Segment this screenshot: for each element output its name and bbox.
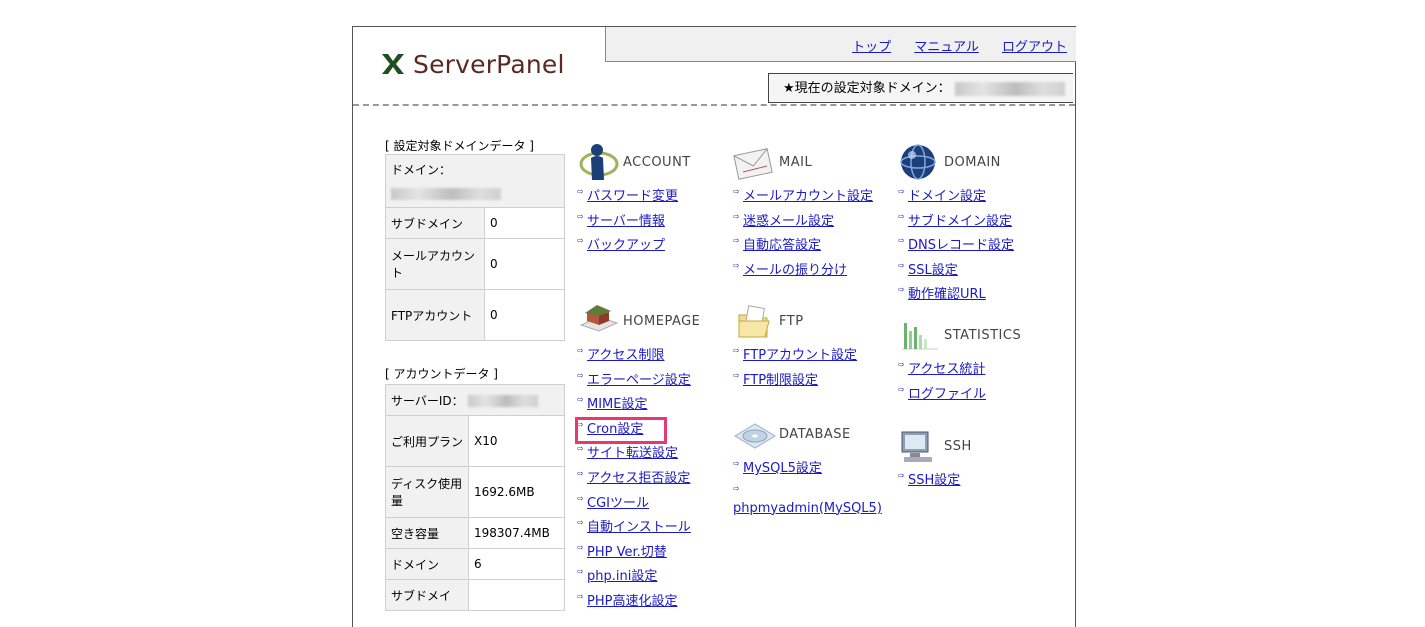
ftp-account-value: 0 — [484, 289, 565, 341]
ssh-label: SSH — [944, 438, 972, 454]
account-person-icon — [579, 144, 619, 180]
domain-data-table: ドメイン： サブドメイン 0 メールアカウント 0 FTPアカウント 0 — [385, 154, 565, 341]
check-url-link[interactable]: ⇨ 動作確認URL — [898, 283, 1014, 308]
php-version-link[interactable]: ⇨ PHP Ver.切替 — [577, 541, 700, 566]
log-file-link[interactable]: ⇨ ログファイル — [898, 383, 1021, 408]
cgi-tool-link[interactable]: ⇨ CGIツール — [577, 492, 700, 517]
error-page-link[interactable]: ⇨ エラーページ設定 — [577, 369, 700, 394]
top-nav: トップ マニュアル ログアウト — [605, 27, 1076, 62]
ssh-menu: SSH ⇨ SSH設定 — [898, 425, 972, 494]
domain-menu: DOMAIN ⇨ ドメイン設定 ⇨ サブドメイン設定 ⇨ DNSレコード設定 ⇨ SSL… — [898, 141, 1014, 308]
account-data-title: [ アカウントデータ ] — [385, 367, 498, 381]
free-space-value: 198307.4MB — [468, 517, 565, 549]
domain-data-title: [ 設定対象ドメインデータ ] — [385, 139, 534, 153]
homepage-label: HOMEPAGE — [623, 313, 701, 329]
account-data-table: サーバーID： ご利用プラン X10 ディスク使用量 1692.6MB 空き容量… — [385, 384, 565, 611]
redacted-domain — [954, 81, 1065, 96]
logo-text: ServerPanel — [413, 49, 565, 79]
domain-count-value: 6 — [468, 548, 565, 580]
domain-count-label: ドメイン — [385, 548, 469, 580]
server-id-label: サーバーID： — [391, 393, 464, 408]
ftp-limit-link[interactable]: ⇨ FTP制限設定 — [733, 369, 857, 394]
statistics-menu: STATISTICS ⇨ アクセス統計 ⇨ ログファイル — [898, 314, 1021, 407]
plan-value: X10 — [468, 415, 565, 467]
redacted-domain-value — [391, 188, 501, 200]
domain-row: ドメイン： — [385, 154, 565, 208]
subdomain-label: サブドメイン — [385, 207, 485, 239]
subdomain-count-value — [468, 579, 565, 611]
site-transfer-link[interactable]: ⇨ サイト転送設定 — [577, 442, 700, 467]
subdomain-value: 0 — [484, 207, 565, 239]
ftp-menu: FTP ⇨ FTPアカウント設定 ⇨ FTP制限設定 — [733, 300, 857, 393]
domain-globe-icon — [900, 144, 936, 180]
access-limit-link[interactable]: ⇨ アクセス制限 — [577, 344, 700, 369]
phpmyadmin-link[interactable]: ⇨ phpmyadmin(MySQL5) — [733, 482, 882, 522]
server-panel-frame: ServerPanel トップ マニュアル ログアウト ★現在の設定対象ドメイン… — [352, 26, 1076, 627]
header-divider — [353, 104, 1075, 106]
free-space-label: 空き容量 — [385, 517, 469, 549]
current-domain-label: ★現在の設定対象ドメイン： — [783, 81, 951, 96]
subdomain-count-label: サブドメイ — [385, 579, 469, 611]
redacted-server-id — [467, 395, 538, 407]
nav-logout-link[interactable]: ログアウト — [1002, 36, 1067, 55]
ftp-account-link[interactable]: ⇨ FTPアカウント設定 — [733, 344, 857, 369]
mysql5-setting-link[interactable]: ⇨ MySQL5設定 — [733, 457, 882, 482]
account-menu: ACCOUNT ⇨ パスワード変更 ⇨ サーバー情報 ⇨ バックアップ — [577, 141, 691, 259]
ssl-setting-link[interactable]: ⇨ SSL設定 — [898, 259, 1014, 284]
ftp-folder-icon — [738, 305, 770, 338]
homepage-menu: HOMEPAGE ⇨ アクセス制限 ⇨ エラーページ設定 ⇨ MIME設定 ⇨ Cron… — [577, 300, 700, 615]
database-menu: DATABASE ⇨ MySQL5設定 ⇨ phpmyadmin(MySQL5) — [733, 413, 882, 522]
mail-filter-link[interactable]: ⇨ メールの振り分け — [733, 259, 873, 284]
ftp-account-label: FTPアカウント — [385, 289, 485, 341]
mail-account-setting-link[interactable]: ⇨ メールアカウント設定 — [733, 185, 873, 210]
domain-label: DOMAIN — [944, 154, 1001, 170]
plan-label: ご利用プラン — [385, 415, 469, 467]
mail-account-label: メールアカウント — [385, 238, 485, 290]
spam-setting-link[interactable]: ⇨ 迷惑メール設定 — [733, 210, 873, 235]
mail-account-value: 0 — [484, 238, 565, 290]
mail-label: MAIL — [779, 154, 813, 170]
ssh-setting-link[interactable]: ⇨ SSH設定 — [898, 469, 972, 494]
server-info-link[interactable]: ⇨ サーバー情報 — [577, 210, 691, 235]
account-label: ACCOUNT — [623, 154, 691, 170]
disk-usage-value: 1692.6MB — [468, 466, 565, 518]
access-stats-link[interactable]: ⇨ アクセス統計 — [898, 358, 1021, 383]
server-id-row: サーバーID： — [385, 384, 565, 416]
nav-top-link[interactable]: トップ — [852, 36, 891, 55]
current-domain-box: ★現在の設定対象ドメイン： — [768, 73, 1073, 103]
domain-setting-link[interactable]: ⇨ ドメイン設定 — [898, 185, 1014, 210]
database-disc-icon — [734, 423, 776, 449]
mail-envelope-icon — [733, 148, 773, 180]
statistics-label: STATISTICS — [944, 327, 1022, 343]
php-ini-link[interactable]: ⇨ php.ini設定 — [577, 565, 700, 590]
access-deny-link[interactable]: ⇨ アクセス拒否設定 — [577, 467, 700, 492]
homepage-house-icon — [579, 305, 619, 332]
disk-usage-label: ディスク使用量 — [385, 466, 469, 518]
auto-install-link[interactable]: ⇨ 自動インストール — [577, 516, 700, 541]
password-change-link[interactable]: ⇨ パスワード変更 — [577, 185, 691, 210]
mail-menu: MAIL ⇨ メールアカウント設定 ⇨ 迷惑メール設定 ⇨ 自動応答設定 ⇨ メールの振… — [733, 141, 873, 283]
nav-manual-link[interactable]: マニュアル — [914, 36, 979, 55]
domain-label: ドメイン： — [391, 163, 452, 177]
mime-setting-link[interactable]: ⇨ MIME設定 — [577, 393, 700, 418]
auto-reply-link[interactable]: ⇨ 自動応答設定 — [733, 234, 873, 259]
dns-record-link[interactable]: ⇨ DNSレコード設定 — [898, 234, 1014, 259]
cron-highlight-box — [575, 417, 667, 444]
subdomain-setting-link[interactable]: ⇨ サブドメイン設定 — [898, 210, 1014, 235]
database-label: DATABASE — [779, 426, 851, 442]
ftp-label: FTP — [779, 313, 804, 329]
logo: ServerPanel — [381, 47, 565, 81]
php-accelerate-link[interactable]: ⇨ PHP高速化設定 — [577, 590, 700, 615]
ssh-computer-icon — [901, 431, 932, 462]
x-logo-icon — [382, 54, 404, 74]
backup-link[interactable]: ⇨ バックアップ — [577, 234, 691, 259]
statistics-chart-icon — [902, 323, 938, 350]
